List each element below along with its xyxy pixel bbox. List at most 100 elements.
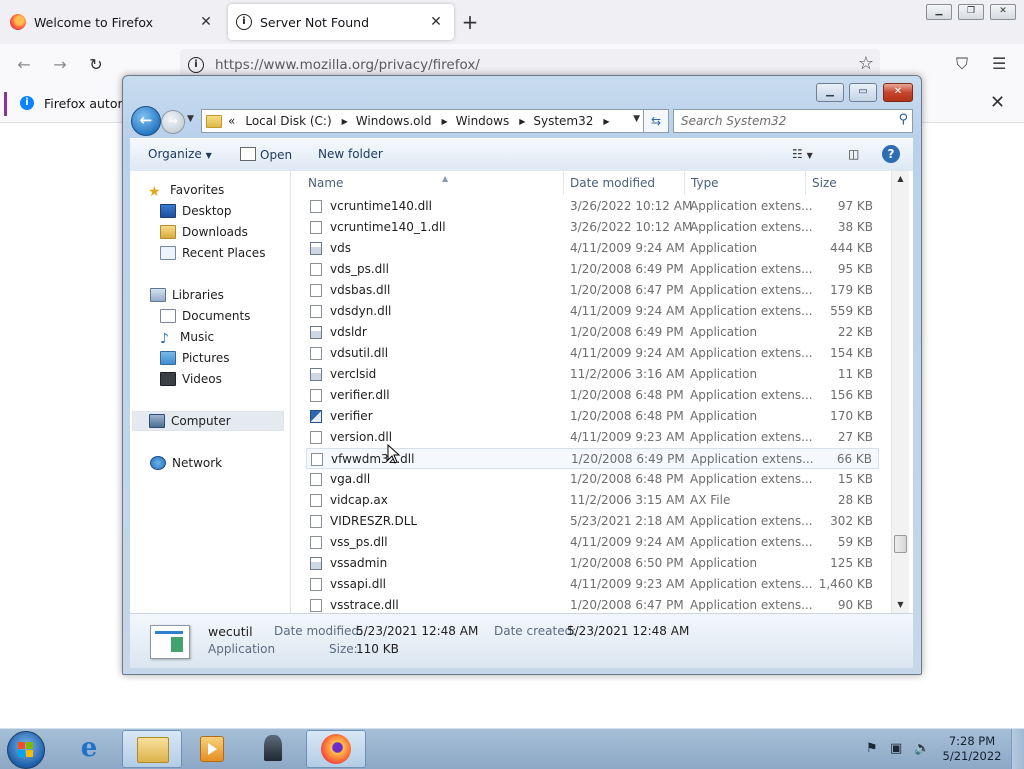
star-icon[interactable]: ☆: [858, 53, 874, 74]
recent-pages-dropdown-icon[interactable]: ▼: [187, 114, 194, 124]
nav-libraries[interactable]: Libraries: [150, 285, 224, 305]
nav-pictures[interactable]: Pictures: [160, 348, 230, 368]
minimize-button[interactable]: ▁: [926, 4, 952, 20]
breadcrumb-chevron-icon[interactable]: ▶: [603, 117, 609, 126]
file-row[interactable]: verclsid 11/2/2006 3:16 AM Application 11 K…: [306, 364, 879, 385]
chess-icon[interactable]: [244, 730, 302, 766]
column-header-type[interactable]: Type: [685, 171, 806, 195]
explorer-forward-button[interactable]: →: [161, 110, 185, 134]
file-row[interactable]: vssadmin 1/20/2008 6:50 PM Application 125 …: [306, 553, 879, 574]
explorer-maximize-button[interactable]: ▭: [849, 83, 877, 102]
vertical-scrollbar[interactable]: ▲ ▼: [891, 171, 909, 613]
file-row[interactable]: vds_ps.dll 1/20/2008 6:49 PM Application e…: [306, 259, 879, 280]
explorer-back-button[interactable]: ←: [131, 106, 161, 136]
generic-file-icon: [310, 494, 322, 507]
nav-videos[interactable]: Videos: [160, 369, 222, 389]
pocket-icon[interactable]: ⛉: [956, 54, 968, 74]
nav-downloads[interactable]: Downloads: [160, 222, 248, 242]
file-row[interactable]: vds 4/11/2009 9:24 AM Application 444 KB: [306, 238, 879, 259]
new-tab-button[interactable]: +: [458, 10, 482, 34]
close-tab-icon[interactable]: ✕: [196, 12, 216, 32]
breadcrumb-overflow[interactable]: «: [228, 114, 235, 128]
column-header-name[interactable]: Name ▲: [302, 171, 564, 195]
show-desktop-button[interactable]: [1011, 729, 1024, 769]
breadcrumb-system32[interactable]: System32: [533, 114, 593, 128]
dll-file-icon: [310, 599, 322, 612]
action-center-flag-icon[interactable]: ⚑: [866, 741, 878, 756]
explorer-close-button[interactable]: ✕: [883, 83, 913, 102]
clock-date: 5/21/2022: [942, 749, 1002, 763]
file-row[interactable]: verifier 1/20/2008 6:48 PM Application 170 …: [306, 406, 879, 427]
nav-recent-places[interactable]: Recent Places: [160, 243, 265, 263]
volume-icon[interactable]: 🔈: [914, 741, 930, 756]
breadcrumb-local-disk[interactable]: Local Disk (C:): [245, 114, 331, 128]
forward-arrow-icon[interactable]: →: [48, 53, 72, 77]
breadcrumb-chevron-icon[interactable]: ▶: [519, 117, 525, 126]
file-name: version.dll: [330, 430, 393, 444]
file-row[interactable]: vga.dll 1/20/2008 6:48 PM Application exte…: [306, 469, 879, 490]
start-button[interactable]: [7, 731, 45, 769]
navigation-pane: ★ Favorites Desktop Downloads Recent Plac…: [130, 171, 291, 613]
breadcrumb-chevron-icon[interactable]: ▶: [441, 117, 447, 126]
nav-desktop[interactable]: Desktop: [160, 201, 232, 221]
internet-explorer-icon[interactable]: e: [60, 730, 118, 766]
file-row[interactable]: vsstrace.dll 1/20/2008 6:47 PM Application…: [306, 595, 879, 613]
open-button[interactable]: Open: [240, 147, 292, 162]
tab-server-not-found[interactable]: i Server Not Found ✕: [228, 4, 454, 40]
file-row[interactable]: vssapi.dll 4/11/2009 9:23 AM Application e…: [306, 574, 879, 595]
scrollbar-thumb[interactable]: [894, 535, 907, 553]
column-header-size[interactable]: Size: [806, 171, 884, 195]
search-icon[interactable]: ⚲: [898, 112, 908, 127]
file-row[interactable]: vidcap.ax 11/2/2006 3:15 AM AX File 28 KB: [306, 490, 879, 511]
explorer-window: ▁ ▭ ✕ ← → ▼ « Local Disk (C:) ▶ Windows.…: [122, 75, 922, 675]
file-row[interactable]: vdsldr 1/20/2008 6:49 PM Application 22 KB: [306, 322, 879, 343]
nav-documents[interactable]: Documents: [160, 306, 250, 326]
windows-explorer-icon[interactable]: [122, 730, 182, 768]
dll-file-icon: [310, 389, 322, 402]
network-status-icon[interactable]: ▣: [890, 741, 902, 756]
file-size: 1,460 KB: [818, 577, 873, 591]
reload-icon[interactable]: ↻: [84, 53, 108, 77]
address-bar[interactable]: « Local Disk (C:) ▶ Windows.old ▶ Window…: [201, 109, 647, 133]
breadcrumb-chevron-icon[interactable]: ▶: [342, 117, 348, 126]
preview-pane-icon[interactable]: ◫: [848, 147, 859, 161]
close-tab-icon[interactable]: ✕: [426, 12, 446, 32]
close-notification-icon[interactable]: ✕: [990, 92, 1005, 113]
file-row[interactable]: vdsutil.dll 4/11/2009 9:24 AM Application …: [306, 343, 879, 364]
system-clock[interactable]: 7:28 PM 5/21/2022: [940, 734, 1004, 764]
breadcrumb-windows[interactable]: Windows: [456, 114, 510, 128]
media-player-icon[interactable]: [182, 730, 240, 766]
address-dropdown-icon[interactable]: ▼: [633, 114, 640, 124]
url-text[interactable]: https://www.mozilla.org/privacy/firefox/: [215, 57, 480, 73]
help-icon[interactable]: ?: [882, 145, 900, 163]
restore-button[interactable]: ❐: [958, 4, 984, 20]
nav-music[interactable]: ♪ Music: [160, 327, 214, 347]
nav-network[interactable]: Network: [150, 453, 222, 473]
nav-favorites[interactable]: ★ Favorites: [148, 180, 224, 200]
nav-computer[interactable]: Computer: [132, 411, 284, 431]
organize-button[interactable]: Organize ▼: [148, 147, 212, 161]
scroll-down-icon[interactable]: ▼: [892, 597, 909, 613]
close-window-button[interactable]: ✕: [990, 4, 1016, 20]
hamburger-menu-icon[interactable]: ☰: [992, 54, 1006, 73]
file-row[interactable]: verifier.dll 1/20/2008 6:48 PM Application…: [306, 385, 879, 406]
firefox-icon[interactable]: [306, 730, 366, 768]
site-info-icon[interactable]: i: [188, 57, 204, 73]
view-options-icon[interactable]: ☷ ▼: [792, 147, 813, 161]
tab-welcome-to-firefox[interactable]: Welcome to Firefox ✕: [4, 4, 224, 40]
file-row[interactable]: vcruntime140_1.dll 3/26/2022 10:12 AM Appl…: [306, 217, 879, 238]
scroll-up-icon[interactable]: ▲: [892, 171, 909, 187]
back-arrow-icon[interactable]: ←: [12, 53, 36, 77]
new-folder-button[interactable]: New folder: [318, 147, 383, 161]
file-row[interactable]: vdsdyn.dll 4/11/2009 9:24 AM Application e…: [306, 301, 879, 322]
file-row[interactable]: vcruntime140.dll 3/26/2022 10:12 AM Applic…: [306, 196, 879, 217]
file-date: 11/2/2006 3:15 AM: [570, 493, 685, 507]
refresh-icon[interactable]: ⇆: [643, 109, 669, 133]
file-row[interactable]: VIDRESZR.DLL 5/23/2021 2:18 AM Application…: [306, 511, 879, 532]
file-row[interactable]: vdsbas.dll 1/20/2008 6:47 PM Application e…: [306, 280, 879, 301]
explorer-minimize-button[interactable]: ▁: [816, 83, 844, 102]
file-row[interactable]: vss_ps.dll 4/11/2009 9:24 AM Application e…: [306, 532, 879, 553]
breadcrumb-windows-old[interactable]: Windows.old: [356, 114, 432, 128]
search-input[interactable]: Search System32 ⚲: [673, 109, 913, 133]
column-header-date[interactable]: Date modified: [564, 171, 685, 195]
